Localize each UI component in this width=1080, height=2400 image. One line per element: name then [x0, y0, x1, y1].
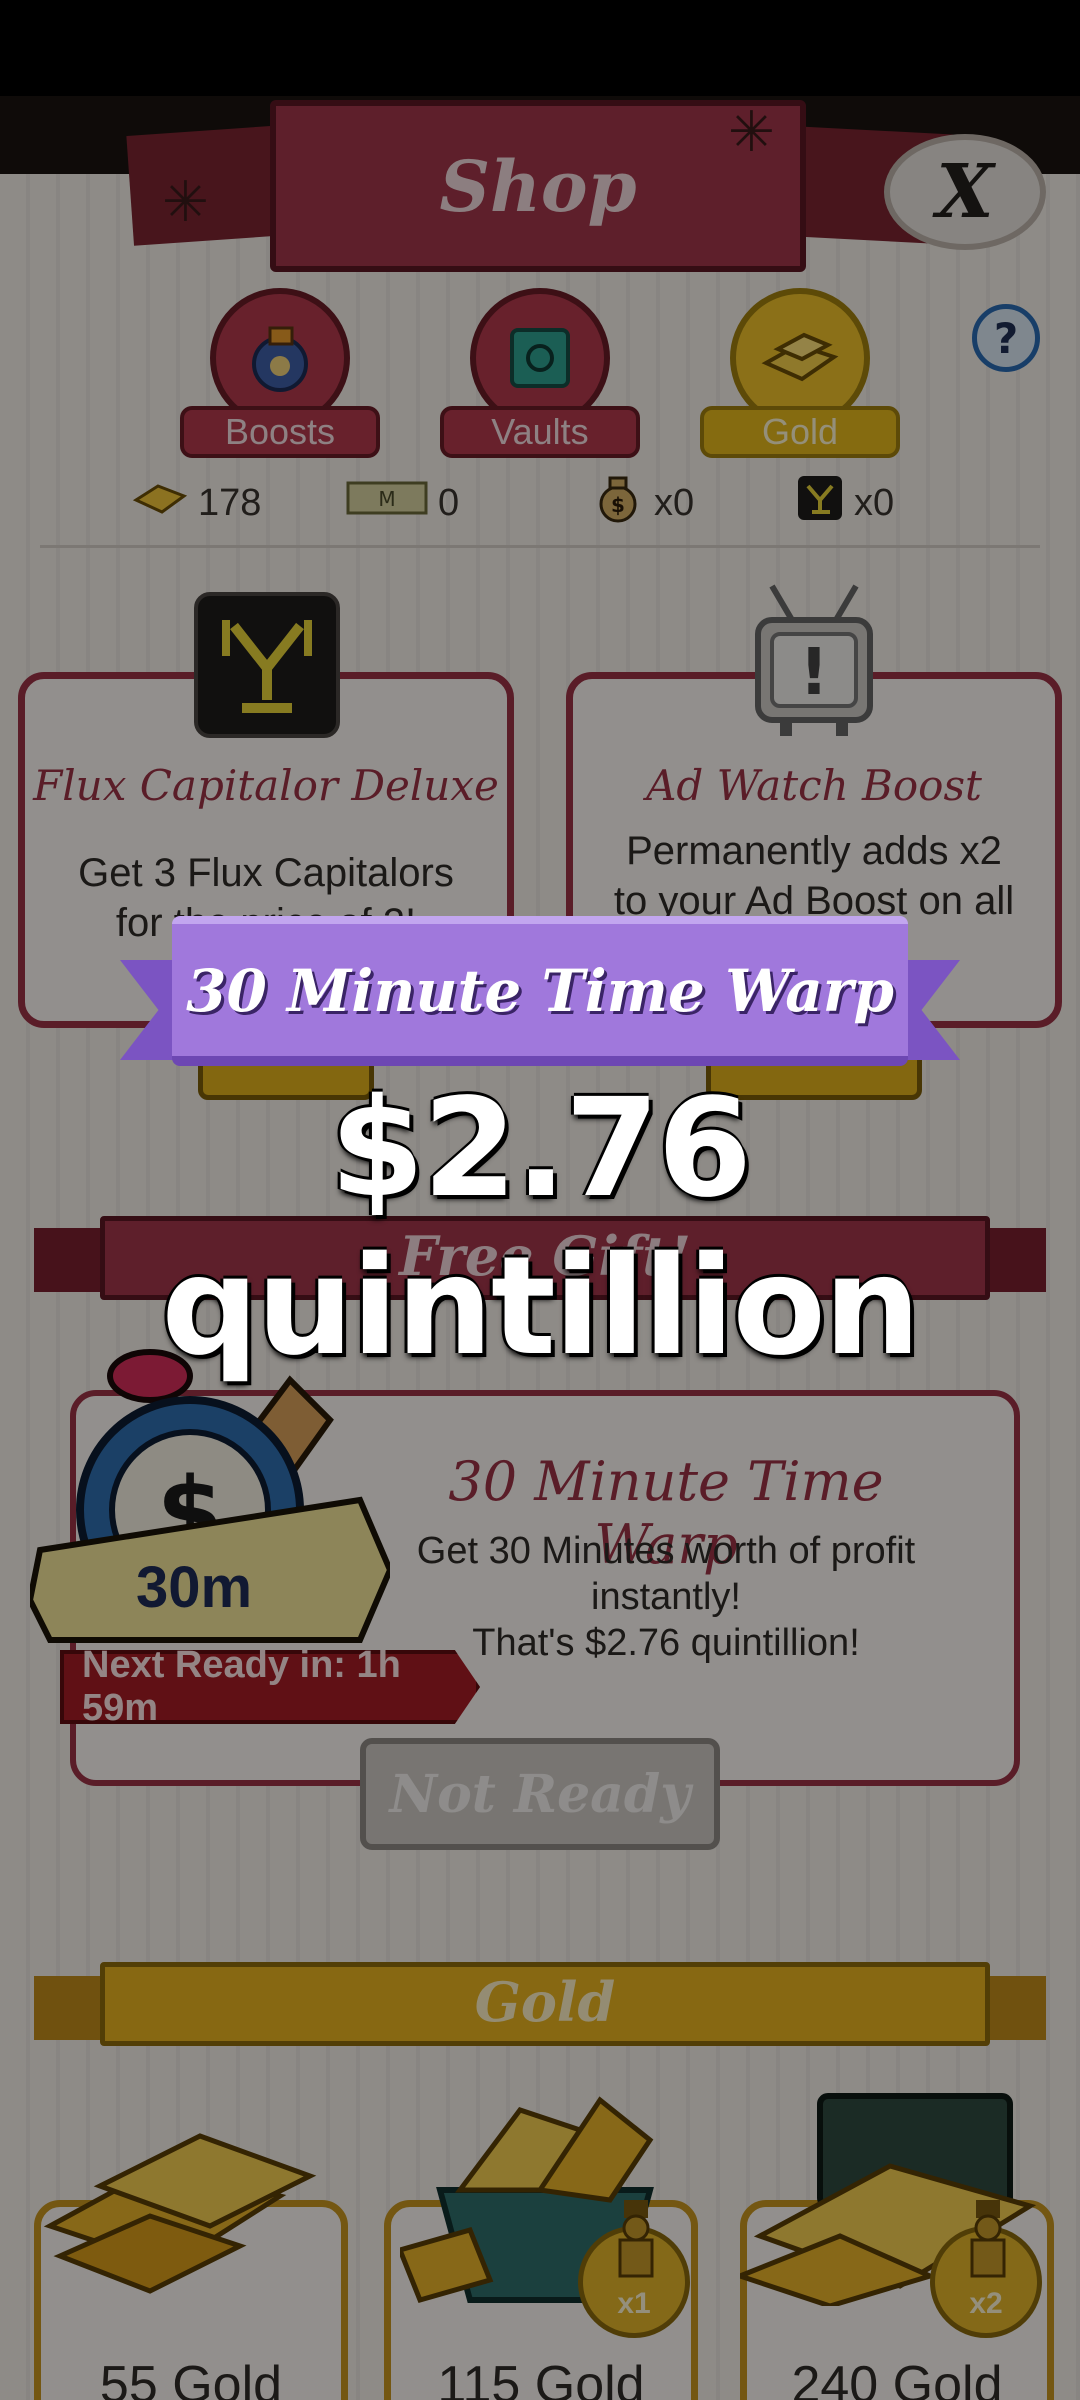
reward-amount: $2.76 quintillion	[161, 1070, 920, 1386]
shop-screen: ✳ ✳ Shop X Boosts Vaults Gold ? 178 M 0 …	[0, 0, 1080, 2400]
reward-ribbon-title: 30 Minute Time Warp	[186, 957, 894, 1025]
